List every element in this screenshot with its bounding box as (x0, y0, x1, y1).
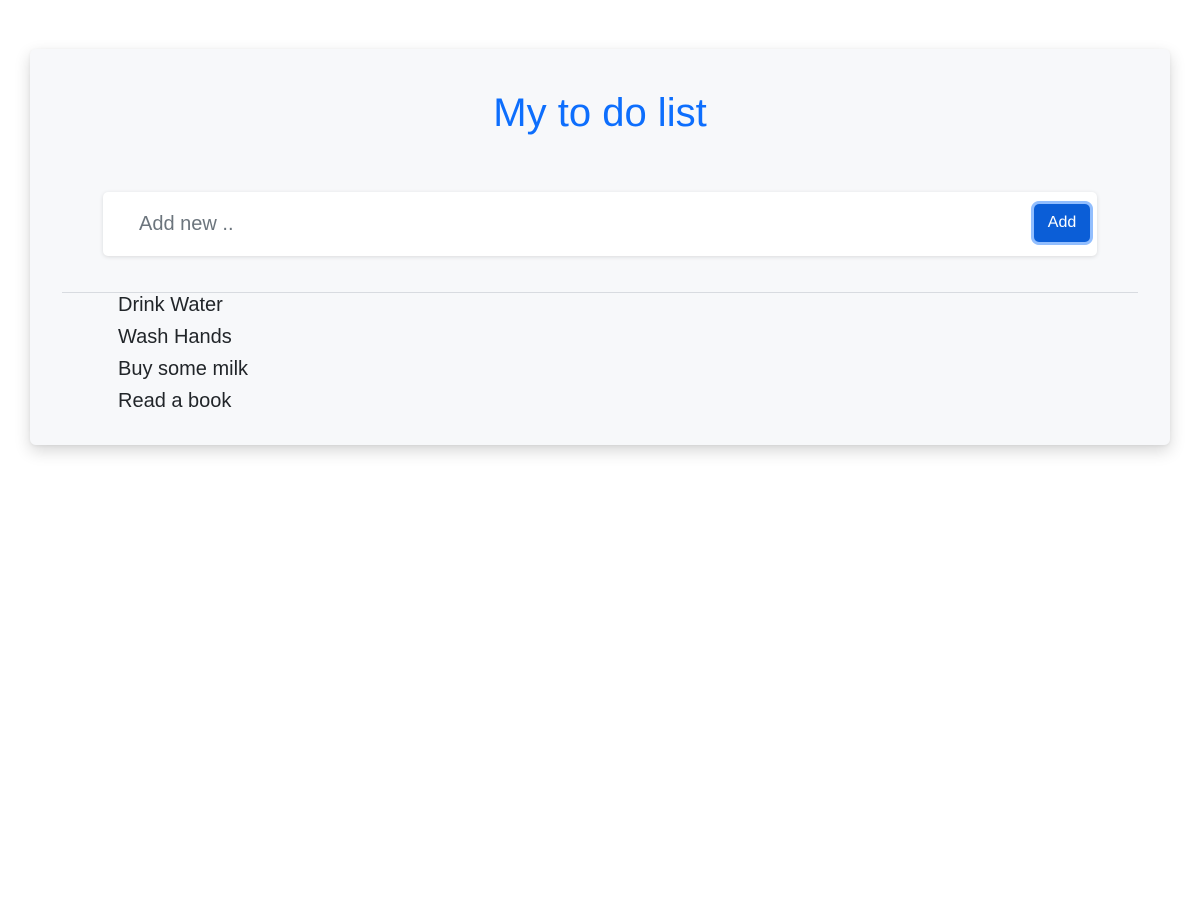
add-item-form: Add (103, 192, 1097, 256)
todo-item-read-book[interactable]: Read a book (118, 385, 248, 417)
new-item-input[interactable] (103, 192, 1023, 256)
todo-item-drink-water[interactable]: Drink Water (118, 289, 248, 321)
todo-card: My to do list Add Drink Water Wash Hands… (30, 49, 1170, 445)
todo-item-wash-hands[interactable]: Wash Hands (118, 321, 248, 353)
page-title: My to do list (493, 91, 707, 135)
todo-list: Drink Water Wash Hands Buy some milk Rea… (118, 289, 248, 417)
add-button[interactable]: Add (1034, 204, 1090, 242)
todo-item-buy-milk[interactable]: Buy some milk (118, 353, 248, 385)
